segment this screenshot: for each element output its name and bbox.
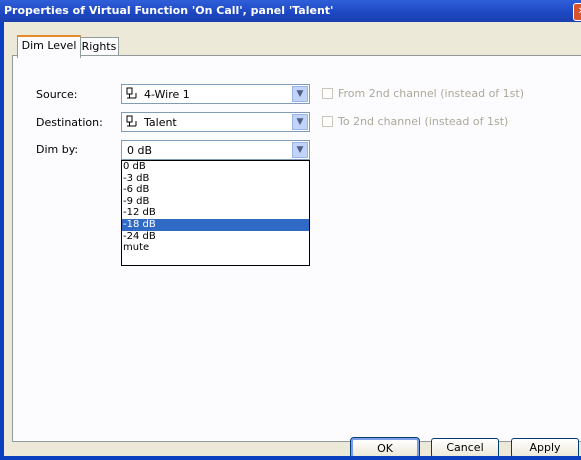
device-icon: [126, 115, 138, 132]
from-2nd-channel-checkbox[interactable]: [322, 88, 333, 99]
destination-combo[interactable]: Talent ▼: [121, 112, 310, 132]
dim-by-label: Dim by:: [36, 143, 79, 156]
close-icon[interactable]: ✕: [573, 3, 581, 21]
destination-value: Talent: [144, 116, 177, 129]
dropdown-option[interactable]: mute: [122, 242, 309, 254]
tab-rights[interactable]: Rights: [79, 37, 119, 56]
window-title: Properties of Virtual Function 'On Call'…: [4, 4, 334, 17]
dropdown-option[interactable]: -9 dB: [122, 196, 309, 208]
chevron-down-icon[interactable]: ▼: [292, 114, 308, 130]
dropdown-option[interactable]: -24 dB: [122, 231, 309, 243]
dropdown-option[interactable]: -18 dB: [122, 218, 309, 231]
window-frame-left: [0, 22, 4, 460]
source-label: Source:: [36, 88, 78, 101]
dim-by-dropdown-list[interactable]: 0 dB -3 dB -6 dB -9 dB -12 dB -18 dB -24 dB mut…: [121, 160, 310, 266]
dropdown-option[interactable]: 0 dB: [122, 161, 309, 173]
to-2nd-channel-checkbox[interactable]: [322, 116, 333, 127]
chevron-down-icon[interactable]: ▼: [292, 86, 308, 102]
apply-button[interactable]: Apply: [511, 438, 579, 458]
title-bar: Properties of Virtual Function 'On Call'…: [0, 0, 581, 22]
tab-dim-level[interactable]: Dim Level: [17, 35, 81, 58]
window-frame-bottom: [0, 456, 581, 460]
device-icon: [126, 87, 138, 104]
destination-label: Destination:: [36, 116, 103, 129]
dropdown-option[interactable]: -3 dB: [122, 173, 309, 185]
chevron-down-icon[interactable]: ▼: [292, 142, 308, 158]
source-value: 4-Wire 1: [144, 88, 190, 101]
ok-button[interactable]: OK: [350, 437, 420, 459]
to-2nd-channel-label: To 2nd channel (instead of 1st): [338, 115, 509, 128]
dropdown-option[interactable]: -6 dB: [122, 184, 309, 196]
dropdown-option[interactable]: -12 dB: [122, 207, 309, 219]
dim-by-value: 0 dB: [127, 144, 153, 157]
source-combo[interactable]: 4-Wire 1 ▼: [121, 84, 310, 104]
cancel-button[interactable]: Cancel: [431, 438, 499, 458]
dim-by-combo[interactable]: 0 dB ▼: [121, 140, 310, 160]
from-2nd-channel-label: From 2nd channel (instead of 1st): [338, 87, 525, 100]
